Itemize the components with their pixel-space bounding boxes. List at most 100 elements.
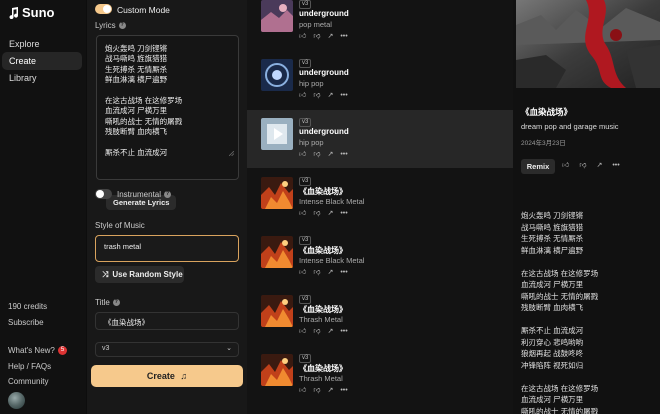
share-icon[interactable]: ↗: [327, 33, 333, 41]
avatar[interactable]: [8, 392, 25, 409]
song-actions: 👍︎ 👎︎ ↗ •••: [299, 269, 348, 277]
more-icon[interactable]: •••: [340, 33, 347, 41]
thumbs-up-icon[interactable]: 👍︎: [562, 162, 569, 170]
song-thumbnail[interactable]: [261, 236, 293, 268]
detail-genre: dream pop and garage music: [521, 122, 619, 131]
song-row[interactable]: v3 《血染战场》 Thrash Metal 👍︎ 👎︎ ↗ •••: [247, 346, 513, 404]
version-badge: v3: [299, 354, 312, 363]
thumbs-up-icon[interactable]: 👍︎: [299, 269, 306, 277]
song-actions: 👍︎ 👎︎ ↗ •••: [299, 33, 348, 41]
nav-create[interactable]: Create: [2, 52, 82, 70]
song-genre: Thrash Metal: [299, 374, 343, 383]
song-row[interactable]: v3 underground hip pop 👍︎ 👎︎ ↗ •••: [247, 51, 513, 109]
help-icon[interactable]: ?: [112, 299, 120, 307]
whats-new-badge: 5: [57, 346, 68, 356]
detail-title: 《血染战场》: [521, 107, 573, 117]
help-faqs-link[interactable]: Help / FAQs: [8, 362, 51, 371]
song-thumbnail[interactable]: [261, 295, 293, 327]
instrumental-toggle[interactable]: [95, 189, 112, 199]
title-label-row: Title?: [95, 298, 120, 307]
nav-library[interactable]: Library: [2, 69, 82, 87]
share-icon[interactable]: ↗: [327, 210, 333, 218]
song-actions: 👍︎ 👎︎ ↗ •••: [299, 328, 348, 336]
instrumental-label-row: Instrumental?: [117, 190, 172, 199]
chevron-down-icon: ⌄: [226, 345, 232, 352]
sidebar: Suno Explore Create Library 190 credits …: [0, 0, 86, 414]
share-icon[interactable]: ↗: [327, 387, 333, 395]
song-row[interactable]: v3 underground hip pop 👍︎ 👎︎ ↗ •••: [247, 110, 513, 168]
lyrics-text: 炮火轰鸣 刀剑铿锵 战马嘶鸣 旌旗猎猎 生死搏杀 无情厮杀 鲜血淋漓 横尸遍野 …: [105, 44, 183, 158]
song-actions: 👍︎ 👎︎ ↗ •••: [299, 92, 348, 100]
song-thumbnail[interactable]: [261, 59, 293, 91]
more-icon[interactable]: •••: [340, 151, 347, 159]
thumbs-up-icon[interactable]: 👍︎: [299, 151, 306, 159]
more-icon[interactable]: •••: [340, 328, 347, 336]
thumbs-up-icon[interactable]: 👍︎: [299, 328, 306, 336]
song-row[interactable]: v3 《血染战场》 Thrash Metal 👍︎ 👎︎ ↗ •••: [247, 287, 513, 345]
random-style-button[interactable]: ⤨ Use Random Style: [95, 266, 184, 283]
suno-logo[interactable]: Suno: [8, 5, 55, 20]
thumbs-up-icon[interactable]: 👍︎: [299, 92, 306, 100]
thumbs-up-icon[interactable]: 👍︎: [299, 33, 306, 41]
thumbs-down-icon[interactable]: 👎︎: [313, 33, 320, 41]
song-title[interactable]: 《血染战场》: [299, 186, 347, 197]
whats-new-label: What's New?: [8, 346, 55, 355]
share-icon[interactable]: ↗: [596, 162, 602, 170]
thumbs-up-icon[interactable]: 👍︎: [299, 387, 306, 395]
cover-art: [516, 0, 660, 88]
remix-button[interactable]: Remix: [521, 159, 555, 174]
song-row[interactable]: v3 《血染战场》 Intense Black Metal 👍︎ 👎︎ ↗ •••: [247, 169, 513, 227]
whats-new-link[interactable]: What's New? 5: [8, 346, 68, 356]
song-list: v3 underground pop metal 👍︎ 👎︎ ↗ ••• v3 undergro…: [247, 0, 513, 414]
thumbs-down-icon[interactable]: 👎︎: [313, 92, 320, 100]
more-icon[interactable]: •••: [612, 162, 619, 170]
subscribe-link[interactable]: Subscribe: [8, 318, 44, 327]
version-select[interactable]: v3 ⌄: [95, 342, 239, 357]
instrumental-label: Instrumental: [117, 190, 162, 199]
thumbs-down-icon[interactable]: 👎︎: [313, 151, 320, 159]
lyrics-textarea[interactable]: 炮火轰鸣 刀剑铿锵 战马嘶鸣 旌旗猎猎 生死搏杀 无情厮杀 鲜血淋漓 横尸遍野 …: [96, 35, 239, 210]
share-icon[interactable]: ↗: [327, 269, 333, 277]
thumbs-down-icon[interactable]: 👎︎: [579, 162, 586, 170]
nav-explore[interactable]: Explore: [2, 35, 82, 53]
thumbs-up-icon[interactable]: 👍︎: [299, 210, 306, 218]
share-icon[interactable]: ↗: [327, 328, 333, 336]
song-title[interactable]: 《血染战场》: [299, 304, 347, 315]
style-input[interactable]: trash metal: [95, 235, 239, 262]
song-row[interactable]: v3 《血染战场》 Intense Black Metal 👍︎ 👎︎ ↗ •••: [247, 228, 513, 286]
share-icon[interactable]: ↗: [327, 151, 333, 159]
more-icon[interactable]: •••: [340, 387, 347, 395]
community-link[interactable]: Community: [8, 377, 48, 386]
song-row[interactable]: v3 underground pop metal 👍︎ 👎︎ ↗ •••: [247, 0, 513, 50]
custom-mode-toggle[interactable]: [95, 4, 112, 14]
song-thumbnail[interactable]: [261, 177, 293, 209]
music-note-icon: ♫: [180, 371, 188, 381]
resize-handle-icon[interactable]: [229, 151, 234, 156]
share-icon[interactable]: ↗: [327, 92, 333, 100]
title-label: Title: [95, 298, 110, 307]
thumbs-down-icon[interactable]: 👎︎: [313, 210, 320, 218]
song-title[interactable]: underground: [299, 68, 349, 77]
more-icon[interactable]: •••: [340, 92, 347, 100]
thumbs-down-icon[interactable]: 👎︎: [313, 328, 320, 336]
thumbs-down-icon[interactable]: 👎︎: [313, 269, 320, 277]
song-actions: 👍︎ 👎︎ ↗ •••: [299, 387, 348, 395]
lyrics-label: Lyrics: [95, 21, 116, 30]
help-icon[interactable]: ?: [118, 22, 126, 30]
song-title[interactable]: 《血染战场》: [299, 363, 347, 374]
song-thumbnail[interactable]: [261, 0, 293, 32]
detail-lyrics: 炮火轰鸣 刀剑铿锵 战马嘶鸣 旌旗猎猎 生死搏杀 无情厮杀 鲜血淋漓 横尸遍野 …: [521, 211, 599, 414]
thumbs-down-icon[interactable]: 👎︎: [313, 387, 320, 395]
song-genre: pop metal: [299, 20, 332, 29]
create-button[interactable]: Create ♫: [91, 365, 243, 387]
song-thumbnail[interactable]: [261, 118, 293, 150]
song-title[interactable]: underground: [299, 127, 349, 136]
detail-actions: 👍︎ 👎︎ ↗ •••: [562, 162, 620, 170]
title-input[interactable]: 《血染战场》: [95, 312, 239, 330]
song-thumbnail[interactable]: [261, 354, 293, 386]
more-icon[interactable]: •••: [340, 269, 347, 277]
more-icon[interactable]: •••: [340, 210, 347, 218]
help-icon[interactable]: ?: [164, 191, 172, 199]
song-title[interactable]: 《血染战场》: [299, 245, 347, 256]
song-title[interactable]: underground: [299, 9, 349, 18]
